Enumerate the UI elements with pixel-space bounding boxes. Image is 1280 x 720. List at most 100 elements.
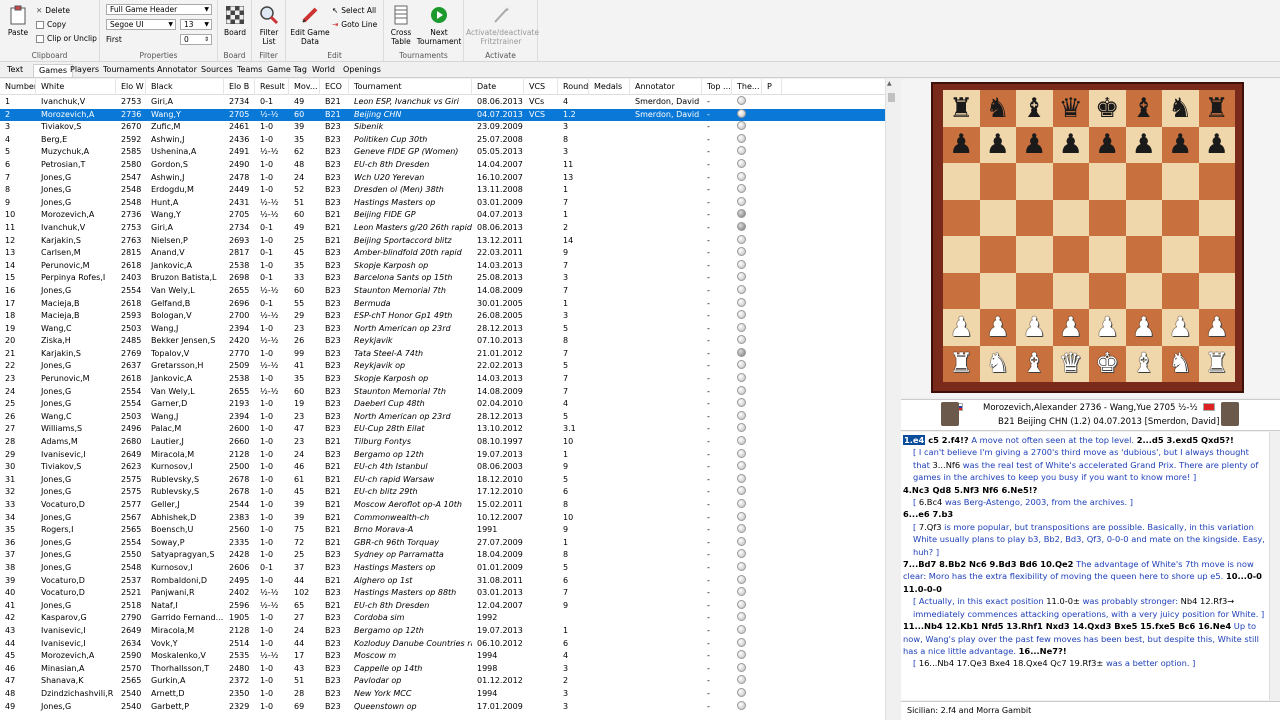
black-queen-icon[interactable]: ♛ <box>1059 95 1083 122</box>
black-pawn-icon[interactable]: ♟ <box>1132 131 1156 158</box>
board-square[interactable]: ♟ <box>1052 309 1089 346</box>
game-row[interactable]: 40 Vocaturo,D 2521 Panjwani,R 2402 ½-½ 102 B23 H… <box>0 587 885 600</box>
board-square[interactable] <box>1052 163 1089 200</box>
black-knight-icon[interactable]: ♞ <box>1168 95 1192 122</box>
board-square[interactable]: ♟ <box>1089 126 1126 163</box>
black-pawn-icon[interactable]: ♟ <box>949 131 973 158</box>
board-square[interactable] <box>1089 272 1126 309</box>
tab-game-tag[interactable]: Game Tag <box>262 64 312 77</box>
notation-mainline[interactable]: 11...Nb4 12.Kb1 Nfd5 13.Rhf1 Nxd3 14.Qxd… <box>903 620 1267 657</box>
board-square[interactable]: ♛ <box>1052 345 1089 382</box>
copy-button[interactable]: Copy <box>36 19 66 30</box>
goto-line-button[interactable]: ⇥ Goto Line <box>332 19 377 30</box>
board-square[interactable]: ♞ <box>1162 90 1199 127</box>
column-header-result[interactable]: Result <box>255 79 289 95</box>
game-row[interactable]: 39 Vocaturo,D 2537 Rombaldoni,D 2495 1-0 44 B21… <box>0 574 885 588</box>
board-square[interactable]: ♜ <box>1198 90 1235 127</box>
board-square[interactable] <box>1162 199 1199 236</box>
board-square[interactable] <box>1089 199 1126 236</box>
board-square[interactable] <box>1052 272 1089 309</box>
board-square[interactable]: ♟ <box>1162 309 1199 346</box>
game-row[interactable]: 27 Williams,S 2496 Palac,M 2600 1-0 47 B23 EU-Cu… <box>0 423 885 436</box>
game-row[interactable]: 23 Perunovic,M 2618 Jankovic,A 2538 1-0 35 B23 S… <box>0 373 885 386</box>
board-square[interactable]: ♝ <box>1125 90 1162 127</box>
column-header-round[interactable]: Round <box>558 79 589 95</box>
game-row[interactable]: 9 Jones,G 2548 Hunt,A 2431 ½-½ 51 B23 Hastings M… <box>0 196 885 210</box>
board-square[interactable]: ♟ <box>1198 309 1235 346</box>
game-row[interactable]: 14 Perunovic,M 2618 Jankovic,A 2538 1-0 35 B23 S… <box>0 259 885 273</box>
game-row[interactable]: 16 Jones,G 2554 Van Wely,L 2655 ½-½ 60 B23 Staun… <box>0 284 885 298</box>
board-square[interactable] <box>943 199 980 236</box>
board-square[interactable]: ♟ <box>979 309 1016 346</box>
scroll-up-icon[interactable]: ▲ <box>887 80 892 87</box>
white-knight-icon[interactable]: ♞ <box>986 350 1010 377</box>
white-bishop-icon[interactable]: ♝ <box>1022 350 1046 377</box>
board-square[interactable]: ♟ <box>1016 126 1053 163</box>
first-stepper[interactable]: 0 ⇕ <box>180 34 212 45</box>
column-header-white[interactable]: White <box>36 79 116 95</box>
move-text[interactable]: 6...e6 7.b3 <box>903 509 953 519</box>
column-header-date[interactable]: Date <box>472 79 524 95</box>
notation-mainline[interactable]: 7...Bd7 8.Bb2 Nc6 9.Bd3 Bd6 10.Qe2 The a… <box>903 558 1267 595</box>
move-text[interactable]: 1.e4 <box>903 435 926 445</box>
header-style-select[interactable]: Full Game Header ▼ <box>106 4 212 15</box>
white-rook-icon[interactable]: ♜ <box>1205 350 1229 377</box>
board-square[interactable] <box>979 236 1016 273</box>
column-header-tournament[interactable]: Tournament <box>349 79 472 95</box>
board-square[interactable]: ♝ <box>1016 90 1053 127</box>
black-bishop-icon[interactable]: ♝ <box>1132 95 1156 122</box>
board-square[interactable] <box>1016 272 1053 309</box>
game-list-scrollbar[interactable]: ▲ <box>885 79 896 720</box>
board-square[interactable]: ♟ <box>1089 309 1126 346</box>
board-square[interactable]: ♛ <box>1052 90 1089 127</box>
notation-variation[interactable]: [ 16...Nb4 17.Qe3 Bxe4 18.Qxe4 Qc7 19.Rf… <box>903 657 1267 669</box>
white-pawn-icon[interactable]: ♟ <box>1022 314 1046 341</box>
game-row[interactable]: 47 Shanava,K 2565 Gurkin,A 2372 1-0 51 B23 Pavlo… <box>0 675 885 688</box>
board-square[interactable]: ♞ <box>979 90 1016 127</box>
game-row[interactable]: 8 Jones,G 2548 Erdogdu,M 2449 1-0 52 B23 Dresden… <box>0 184 885 197</box>
board-button[interactable]: Board <box>221 4 249 37</box>
board-square[interactable] <box>1016 163 1053 200</box>
game-row[interactable]: 29 Ivanisevic,I 2649 Miracola,M 2128 1-0 24 B23… <box>0 448 885 462</box>
board-square[interactable] <box>1198 163 1235 200</box>
black-pawn-icon[interactable]: ♟ <box>1059 131 1083 158</box>
game-row[interactable]: 10 Morozevich,A 2736 Wang,Y 2705 ½-½ 60 B21 Beij… <box>0 209 885 222</box>
board-square[interactable] <box>979 163 1016 200</box>
game-row[interactable]: 32 Jones,G 2575 Rublevsky,S 2678 1-0 45 B21 EU-c… <box>0 486 885 499</box>
white-queen-icon[interactable]: ♛ <box>1059 350 1083 377</box>
white-bishop-icon[interactable]: ♝ <box>1132 350 1156 377</box>
game-row[interactable]: 43 Ivanisevic,I 2649 Miracola,M 2128 1-0 24 B23… <box>0 624 885 638</box>
tab-openings[interactable]: Openings <box>338 64 386 77</box>
game-row[interactable]: 30 Tiviakov,S 2623 Kurnosov,I 2500 1-0 46 B21 EU… <box>0 461 885 474</box>
game-row[interactable]: 7 Jones,G 2547 Ashwin,J 2478 1-0 24 B23 Wch U20 … <box>0 171 885 185</box>
game-row[interactable]: 28 Adams,M 2680 Lautier,J 2660 1-0 23 B21 Tilbur… <box>0 436 885 449</box>
move-text[interactable]: Nb4 12.Rf3→ <box>1181 596 1235 606</box>
delete-button[interactable]: ✕ Delete <box>36 5 70 16</box>
white-rook-icon[interactable]: ♜ <box>949 350 973 377</box>
game-row[interactable]: 5 Muzychuk,A 2585 Ushenina,A 2491 ½-½ 62 B23 Gen… <box>0 146 885 159</box>
edit-game-data-button[interactable]: Edit Game Data <box>290 4 330 46</box>
game-row[interactable]: 35 Rogers,I 2565 Boensch,U 2560 1-0 75 B21 Brno … <box>0 524 885 537</box>
game-row[interactable]: 21 Karjakin,S 2769 Topalov,V 2770 1-0 99 B23 Tat… <box>0 347 885 361</box>
black-pawn-icon[interactable]: ♟ <box>986 131 1010 158</box>
cross-table-button[interactable]: Cross Table <box>386 4 416 46</box>
move-text[interactable]: 7...Bd7 8.Bb2 Nc6 9.Bd3 Bd6 10.Qe2 <box>903 559 1073 569</box>
game-row[interactable]: 48 Dzindzichashvili,R 2540 Arnett,D 2350 1-0 2… <box>0 687 885 701</box>
board-square[interactable] <box>943 236 980 273</box>
notation-variation[interactable]: [ 6.Bc4 was Berg-Astengo, 2003, from the… <box>903 496 1267 508</box>
game-row[interactable]: 33 Vocaturo,D 2577 Geller,J 2544 1-0 39 B21 Mosc… <box>0 499 885 512</box>
notation-pane[interactable]: 1.e4 c5 2.f4!? A move not often seen at … <box>901 432 1269 700</box>
game-row[interactable]: 49 Jones,G 2540 Garbett,P 2329 1-0 69 B23 Queens… <box>0 700 885 714</box>
board-square[interactable] <box>1198 236 1235 273</box>
column-header-vcs[interactable]: VCS <box>524 79 558 95</box>
game-row[interactable]: 31 Jones,G 2575 Rublevsky,S 2678 1-0 61 B21 EU-c… <box>0 473 885 487</box>
board-square[interactable]: ♚ <box>1089 90 1126 127</box>
game-row[interactable]: 44 Ivanisevic,I 2634 Vovk,Y 2514 1-0 44 B23 Kozl… <box>0 637 885 651</box>
font-size-select[interactable]: 13 ▼ <box>180 19 212 30</box>
board-square[interactable] <box>979 272 1016 309</box>
black-pawn-icon[interactable]: ♟ <box>1205 131 1229 158</box>
filter-list-button[interactable]: Filter List <box>254 4 284 46</box>
column-header-black[interactable]: Black <box>146 79 224 95</box>
notation-scrollbar[interactable] <box>1269 432 1280 700</box>
clip-button[interactable]: Clip or Unclip <box>36 33 97 44</box>
